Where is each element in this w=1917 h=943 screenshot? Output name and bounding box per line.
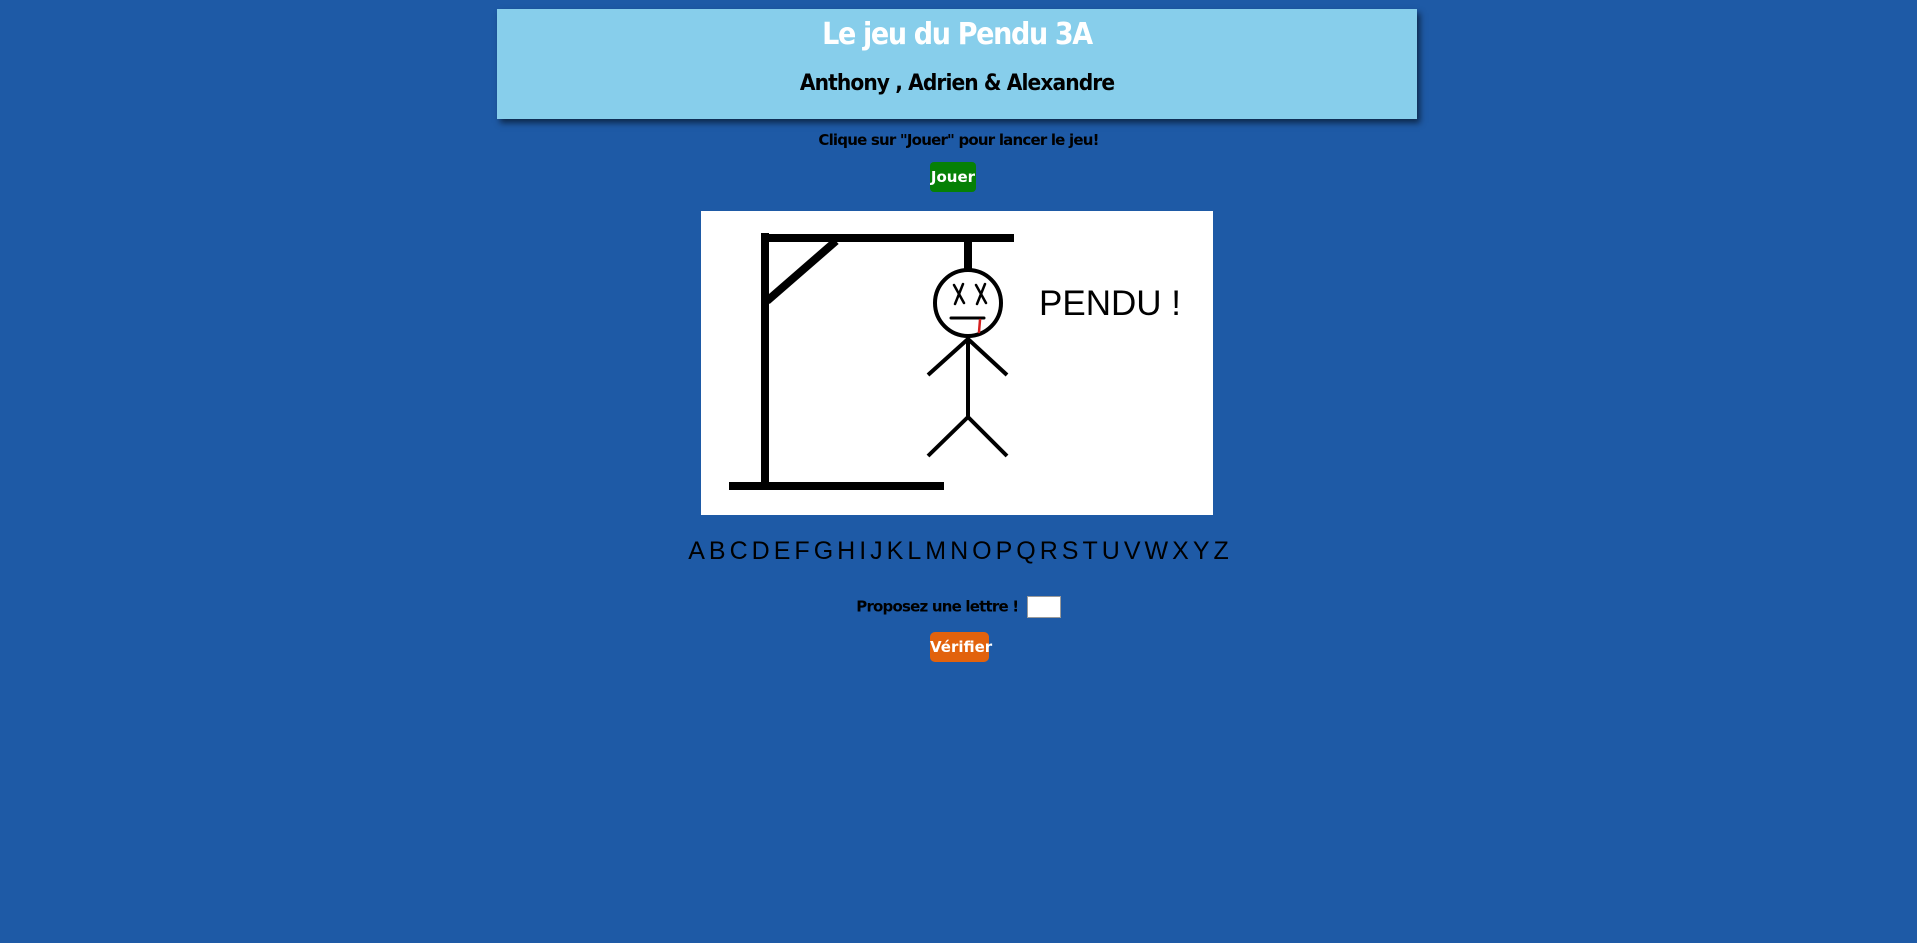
letter-n[interactable]: N: [950, 537, 968, 565]
check-button[interactable]: Vérifier: [930, 632, 992, 662]
letter-y[interactable]: Y: [1193, 537, 1210, 565]
letter-s[interactable]: S: [1062, 537, 1079, 565]
letter-z[interactable]: Z: [1214, 537, 1229, 565]
guess-row: Proposez une lettre !: [0, 596, 1917, 618]
hangman-board: PENDU !: [701, 211, 1213, 515]
hangman-left-arm: [926, 337, 970, 377]
letter-o[interactable]: O: [972, 537, 991, 565]
letter-m[interactable]: M: [925, 537, 946, 565]
letter-x[interactable]: X: [1172, 537, 1189, 565]
letter-e[interactable]: E: [774, 537, 791, 565]
guess-label: Proposez une lettre !: [856, 597, 1019, 616]
letter-i[interactable]: I: [859, 537, 866, 565]
letter-h[interactable]: H: [837, 537, 855, 565]
hangman-left-leg: [926, 415, 970, 458]
hangman-right-leg: [966, 415, 1009, 458]
letter-input[interactable]: [1026, 596, 1061, 618]
header-banner: Le jeu du Pendu 3A Anthony , Adrien & Al…: [497, 9, 1417, 119]
letter-g[interactable]: G: [814, 537, 833, 565]
authors-line: Anthony , Adrien & Alexandre: [799, 71, 1115, 96]
letter-c[interactable]: C: [730, 537, 748, 565]
letter-t[interactable]: T: [1082, 537, 1097, 565]
letter-d[interactable]: D: [752, 537, 770, 565]
pendu-message: PENDU !: [1039, 284, 1181, 323]
letter-j[interactable]: J: [870, 537, 883, 565]
letter-b[interactable]: B: [709, 537, 726, 565]
letter-q[interactable]: Q: [1016, 537, 1035, 565]
letter-k[interactable]: K: [887, 537, 904, 565]
letter-u[interactable]: U: [1102, 537, 1120, 565]
letter-l[interactable]: L: [907, 537, 921, 565]
hangman-head: [933, 268, 1003, 338]
alphabet-row: ABCDEFGHIJKLMNOPQRSTUVWXYZ: [0, 537, 1917, 566]
play-button[interactable]: Jouer: [930, 162, 976, 192]
hangman-right-arm: [966, 337, 1009, 377]
letter-f[interactable]: F: [794, 537, 809, 565]
letter-v[interactable]: V: [1124, 537, 1141, 565]
instruction-text: Clique sur "Jouer" pour lancer le jeu!: [818, 131, 1099, 149]
letter-r[interactable]: R: [1040, 537, 1058, 565]
letter-w[interactable]: W: [1145, 537, 1169, 565]
gallows-brace: [764, 237, 839, 305]
hangman-drawing: PENDU !: [729, 233, 1181, 490]
hangman-tongue: [977, 318, 982, 334]
letter-p[interactable]: P: [996, 537, 1013, 565]
game-title: Le jeu du Pendu 3A: [822, 17, 1093, 52]
letter-a[interactable]: A: [688, 537, 705, 565]
